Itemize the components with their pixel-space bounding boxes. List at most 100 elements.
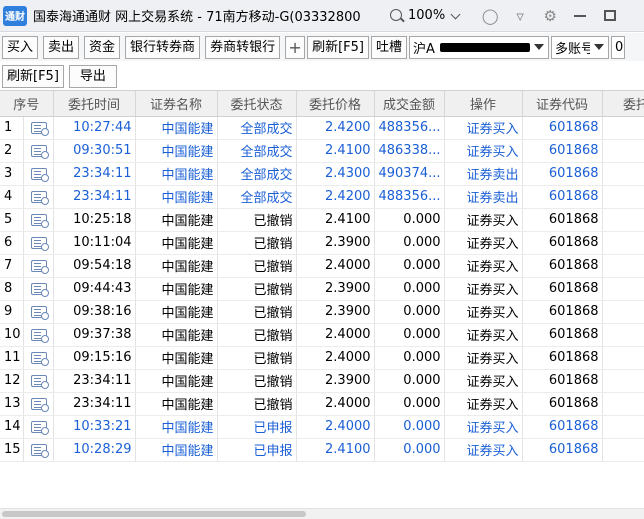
col-header-order-qty[interactable]: 委托 (602, 91, 644, 117)
detail-cell[interactable] (23, 346, 54, 370)
detail-icon[interactable] (30, 374, 49, 389)
row-index: 10 (0, 323, 24, 347)
order-action: 证券买入 (444, 346, 523, 370)
account-select[interactable]: 沪A (409, 35, 549, 59)
order-price: 2.4000 (296, 323, 375, 347)
detail-cell[interactable] (23, 323, 54, 347)
export-button[interactable]: 导出 (68, 64, 117, 88)
security-code: 601868 (522, 277, 603, 301)
detail-icon[interactable] (30, 328, 49, 343)
chevron-down-icon[interactable] (451, 11, 461, 21)
refresh-button[interactable]: 刷新[F5] (307, 35, 369, 59)
order-status: 全部成交 (217, 116, 297, 140)
maximize-icon[interactable] (595, 5, 625, 27)
order-price: 2.4000 (296, 254, 375, 278)
horizontal-scrollbar[interactable] (0, 508, 644, 519)
detail-cell[interactable] (23, 300, 54, 324)
detail-icon[interactable] (30, 167, 49, 182)
chat-icon[interactable]: ◯ (475, 5, 505, 27)
gear-icon[interactable]: ⚙ (535, 5, 565, 27)
detail-icon[interactable] (30, 190, 49, 205)
detail-cell[interactable] (23, 162, 54, 186)
security-name: 中国能建 (135, 300, 218, 324)
col-header-action[interactable]: 操作 (444, 91, 523, 117)
table-row[interactable]: 2 09:30:51 中国能建 全部成交 2.4100 486338... 证券买入 6018… (0, 139, 644, 163)
col-header-time[interactable]: 委托时间 (53, 91, 136, 117)
table-row[interactable]: 3 23:34:11 中国能建 全部成交 2.4300 490374... 证券卖出 6018… (0, 162, 644, 186)
table-row[interactable]: 1 10:27:44 中国能建 全部成交 2.4200 488356... 证券买入 6018… (0, 116, 644, 140)
feedback-button[interactable]: 吐槽 (370, 35, 407, 59)
detail-cell[interactable] (23, 415, 54, 439)
multi-account-select[interactable]: 多账号 (551, 35, 609, 59)
minimize-icon[interactable] (565, 5, 595, 27)
col-header-name[interactable]: 证券名称 (135, 91, 218, 117)
detail-icon[interactable] (30, 259, 49, 274)
detail-icon[interactable] (30, 144, 49, 159)
filled-amount: 488356... (374, 185, 445, 209)
col-header-code[interactable]: 证券代码 (522, 91, 603, 117)
detail-cell[interactable] (23, 392, 54, 416)
extra-field[interactable]: 0 (611, 35, 625, 59)
table-row[interactable]: 14 10:33:21中国能建已申报2.40000.000证券买入6018682 (0, 415, 644, 439)
order-action: 证券买入 (444, 139, 523, 163)
detail-cell[interactable] (23, 208, 54, 232)
order-time: 23:34:11 (53, 392, 136, 416)
col-header-status[interactable]: 委托状态 (217, 91, 297, 117)
broker-to-bank-button[interactable]: 券商转银行 (205, 35, 281, 59)
buy-button[interactable]: 买入 (2, 35, 39, 59)
sell-button[interactable]: 卖出 (43, 35, 80, 59)
detail-cell[interactable] (23, 254, 54, 278)
detail-icon[interactable] (30, 420, 49, 435)
filled-amount: 0.000 (374, 254, 445, 278)
col-header-price[interactable]: 委托价格 (296, 91, 375, 117)
table-row[interactable]: 6 10:11:04中国能建已撤销2.39000.000证券买入6018682 (0, 231, 644, 255)
funds-button[interactable]: 资金 (84, 35, 121, 59)
table-row[interactable]: 10 09:37:38中国能建已撤销2.40000.000证券买入6018682 (0, 323, 644, 347)
filled-amount: 0.000 (374, 208, 445, 232)
table-row[interactable]: 15 10:28:29中国能建已申报2.41000.000证券买入6018682 (0, 438, 644, 462)
detail-cell[interactable] (23, 185, 54, 209)
detail-cell[interactable] (23, 231, 54, 255)
col-header-index[interactable]: 序号 (0, 91, 54, 117)
refresh-list-button[interactable]: 刷新[F5] (2, 64, 64, 88)
detail-icon[interactable] (30, 305, 49, 320)
detail-icon[interactable] (30, 121, 49, 136)
detail-cell[interactable] (23, 139, 54, 163)
order-status: 全部成交 (217, 162, 297, 186)
row-index: 6 (0, 231, 24, 255)
table-row[interactable]: 4 23:34:11 中国能建 全部成交 2.4200 488356... 证券卖出 6018… (0, 185, 644, 209)
account-prefix: 沪A (413, 41, 435, 57)
table-row[interactable]: 7 09:54:18中国能建已撤销2.40000.000证券买入6018682 (0, 254, 644, 278)
detail-cell[interactable] (23, 369, 54, 393)
order-status: 全部成交 (217, 185, 297, 209)
detail-icon[interactable] (30, 213, 49, 228)
detail-cell[interactable] (23, 277, 54, 301)
zoom-level[interactable]: 100% (408, 8, 445, 23)
col-header-amount[interactable]: 成交金额 (374, 91, 445, 117)
order-time: 09:37:38 (53, 323, 136, 347)
bank-to-broker-button[interactable]: 银行转券商 (125, 35, 201, 59)
detail-cell[interactable] (23, 438, 54, 462)
add-button[interactable]: + (285, 35, 306, 59)
dropdown-arrow-icon (534, 44, 544, 50)
order-qty: 1 (602, 346, 644, 370)
table-row[interactable]: 12 23:34:11中国能建已撤销2.39000.000证券买入6018681 (0, 369, 644, 393)
multi-account-label: 多账号 (555, 41, 590, 57)
detail-cell[interactable] (23, 116, 54, 140)
detail-icon[interactable] (30, 282, 49, 297)
detail-icon[interactable] (30, 236, 49, 251)
shirt-icon[interactable]: ▿ (505, 5, 535, 27)
table-row[interactable]: 8 09:44:43 中国能建 已撤销 2.3900 0.000 证券买入 601868 (0, 277, 644, 301)
table-row[interactable]: 13 23:34:11中国能建已撤销2.40000.000证券买入6018681 (0, 392, 644, 416)
filled-amount: 0.000 (374, 231, 445, 255)
order-price: 2.3900 (296, 231, 375, 255)
scrollbar-thumb[interactable] (2, 511, 306, 517)
table-row[interactable]: 11 09:15:16中国能建已撤销2.40000.000证券买入6018681 (0, 346, 644, 370)
detail-icon[interactable] (30, 443, 49, 458)
detail-icon[interactable] (30, 351, 49, 366)
table-row[interactable]: 5 10:25:18中国能建已撤销2.41000.000证券买入6018681 (0, 208, 644, 232)
detail-icon[interactable] (30, 397, 49, 412)
zoom-icon[interactable] (389, 8, 405, 24)
window-title: 国泰海通通财 网上交易系统 - 71南方移动-G(03332800 (33, 10, 361, 25)
table-row[interactable]: 9 09:38:16中国能建已撤销2.39000.000证券买入6018681 (0, 300, 644, 324)
